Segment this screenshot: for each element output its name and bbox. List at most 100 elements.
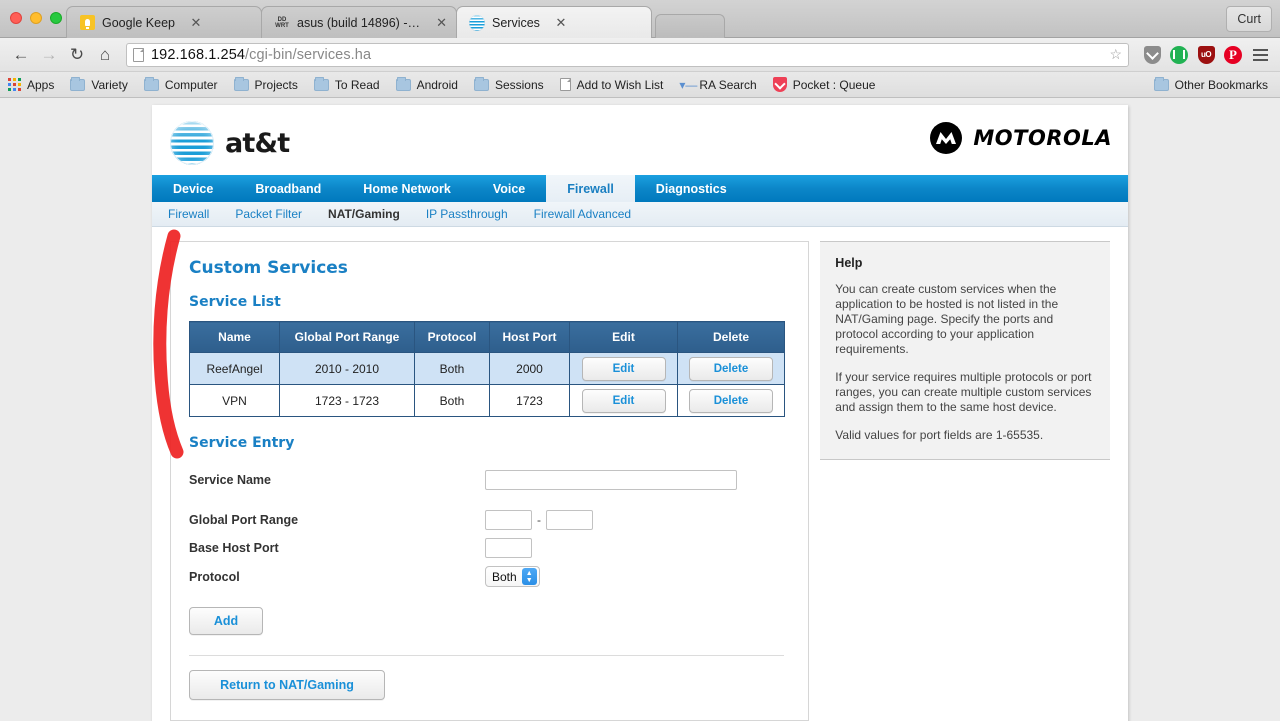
edit-button[interactable]: Edit	[581, 388, 666, 413]
folder-icon	[143, 76, 159, 91]
bookmark-android[interactable]: Android	[395, 76, 458, 92]
help-paragraph: If your service requires multiple protoc…	[835, 370, 1092, 414]
main-navigation: Device Broadband Home Network Voice Fire…	[152, 175, 1128, 202]
subnav-packet-filter[interactable]: Packet Filter	[235, 207, 302, 221]
bookmark-projects[interactable]: Projects	[233, 76, 298, 92]
bookmark-label: Android	[416, 77, 458, 92]
edit-button[interactable]: Edit	[581, 356, 666, 381]
maximize-window-button[interactable]	[50, 12, 62, 24]
motorola-logo: MOTOROLA	[930, 122, 1112, 154]
close-window-button[interactable]	[10, 12, 22, 24]
pinterest-icon[interactable]: P	[1221, 43, 1245, 67]
table-row: ReefAngel 2010 - 2010 Both 2000 Edit Del…	[189, 352, 785, 385]
bookmark-ra-search[interactable]: ▾— RA Search	[679, 78, 756, 92]
browser-tab-asus-info[interactable]: DD WRT asus (build 14896) - Info ✕	[261, 6, 457, 38]
bookmark-sessions[interactable]: Sessions	[473, 76, 544, 92]
bookmark-label: Other Bookmarks	[1174, 77, 1268, 92]
profile-button[interactable]: Curt	[1226, 6, 1272, 32]
bookmark-pocket-queue[interactable]: Pocket : Queue	[772, 77, 876, 92]
bookmark-to-read[interactable]: To Read	[313, 76, 380, 92]
nav-tab-diagnostics[interactable]: Diagnostics	[635, 175, 748, 202]
base-host-port-input[interactable]	[485, 538, 532, 558]
url-text: 192.168.1.254/cgi-bin/services.ha	[151, 47, 371, 63]
new-tab-button[interactable]	[655, 14, 725, 38]
bookmark-computer[interactable]: Computer	[143, 76, 218, 92]
back-button[interactable]: ←	[8, 42, 34, 68]
bookmark-label: Apps	[27, 77, 55, 92]
cell-host-port: 2000	[489, 352, 570, 385]
protocol-row: Protocol Both ▲ ▼	[189, 566, 790, 587]
tab-list: Google Keep ✕ DD WRT asus (build 14896) -…	[66, 6, 725, 38]
att-globe-icon	[469, 14, 485, 31]
sub-navigation: Firewall Packet Filter NAT/Gaming IP Pas…	[152, 202, 1128, 227]
global-port-to-input[interactable]	[546, 510, 593, 530]
bookmark-other-bookmarks[interactable]: Other Bookmarks	[1153, 76, 1268, 92]
ddwrt-icon: DD WRT	[275, 16, 289, 29]
bookmark-label: Sessions	[494, 77, 544, 92]
service-entry-form: Service Entry Service Name Global Port R…	[189, 435, 790, 700]
close-tab-button[interactable]: ✕	[554, 16, 568, 29]
protocol-selected-value: Both	[492, 569, 517, 584]
forward-button[interactable]: →	[36, 42, 62, 68]
delete-button[interactable]: Delete	[689, 388, 773, 413]
add-button[interactable]: Add	[189, 607, 263, 635]
service-list-table: Name Global Port Range Protocol Host Por…	[189, 321, 785, 417]
subnav-firewall[interactable]: Firewall	[168, 207, 209, 221]
apps-grid-icon	[8, 78, 21, 91]
bookmark-label: Variety	[91, 77, 128, 92]
folder-icon	[70, 76, 86, 91]
nav-tab-firewall[interactable]: Firewall	[546, 175, 635, 202]
nav-tab-home-network[interactable]: Home Network	[342, 175, 472, 202]
range-separator: -	[537, 513, 541, 527]
nav-tab-device[interactable]: Device	[152, 175, 234, 202]
att-wordmark: at&t	[225, 127, 290, 159]
service-name-row: Service Name	[189, 470, 790, 490]
ublock-origin-icon[interactable]: uO	[1194, 43, 1218, 67]
folder-icon	[233, 76, 249, 91]
service-name-input[interactable]	[485, 470, 737, 490]
browser-tab-services[interactable]: Services ✕	[456, 6, 652, 38]
chevron-updown-icon: ▲ ▼	[521, 568, 537, 585]
return-to-nat-gaming-button[interactable]: Return to NAT/Gaming	[189, 670, 385, 700]
reload-button[interactable]: ↻	[64, 42, 90, 68]
subnav-firewall-advanced[interactable]: Firewall Advanced	[534, 207, 631, 221]
folder-icon	[395, 76, 411, 91]
url-path: /cgi-bin/services.ha	[245, 46, 372, 63]
subnav-nat-gaming[interactable]: NAT/Gaming	[328, 207, 400, 221]
page-info-icon	[133, 47, 144, 62]
pocket-gray-icon[interactable]	[1140, 43, 1164, 67]
subnav-ip-passthrough[interactable]: IP Passthrough	[426, 207, 508, 221]
minimize-window-button[interactable]	[30, 12, 42, 24]
protocol-select[interactable]: Both ▲ ▼	[485, 566, 540, 587]
bookmark-label: Pocket : Queue	[792, 77, 876, 92]
bookmark-add-to-wish-list[interactable]: Add to Wish List	[559, 78, 663, 92]
chrome-menu-icon[interactable]	[1248, 43, 1272, 67]
column-header-host-port: Host Port	[489, 321, 570, 353]
evernote-green-icon[interactable]	[1167, 43, 1191, 67]
service-name-label: Service Name	[189, 473, 272, 487]
bookmark-star-icon[interactable]: ☆	[1109, 46, 1122, 63]
bookmark-variety[interactable]: Variety	[70, 76, 128, 92]
address-bar[interactable]: 192.168.1.254/cgi-bin/services.ha ☆	[126, 42, 1129, 67]
delete-button[interactable]: Delete	[689, 356, 773, 381]
browser-tab-google-keep[interactable]: Google Keep ✕	[66, 6, 262, 38]
cell-edit: Edit	[569, 384, 678, 417]
page-title: Custom Services	[189, 258, 348, 278]
base-host-port-label: Base Host Port	[189, 541, 279, 555]
router-page-body: Custom Services Service List Name Global…	[152, 227, 1128, 721]
close-tab-button[interactable]: ✕	[189, 16, 203, 29]
nav-tab-broadband[interactable]: Broadband	[234, 175, 342, 202]
nav-tab-voice[interactable]: Voice	[472, 175, 546, 202]
table-row: VPN 1723 - 1723 Both 1723 Edit Delete	[189, 384, 785, 417]
column-header-delete: Delete	[677, 321, 785, 353]
help-paragraph: Valid values for port fields are 1-65535…	[835, 428, 1044, 442]
bookmark-apps[interactable]: Apps	[8, 78, 54, 92]
folder-icon	[473, 76, 489, 91]
att-globe-icon	[170, 121, 214, 165]
global-port-from-input[interactable]	[485, 510, 532, 530]
google-keep-icon	[79, 15, 95, 31]
close-tab-button[interactable]: ✕	[435, 16, 448, 29]
browser-tab-strip: Google Keep ✕ DD WRT asus (build 14896) -…	[0, 0, 1280, 38]
home-icon[interactable]: ⌂	[92, 42, 118, 68]
column-header-edit: Edit	[569, 321, 678, 353]
